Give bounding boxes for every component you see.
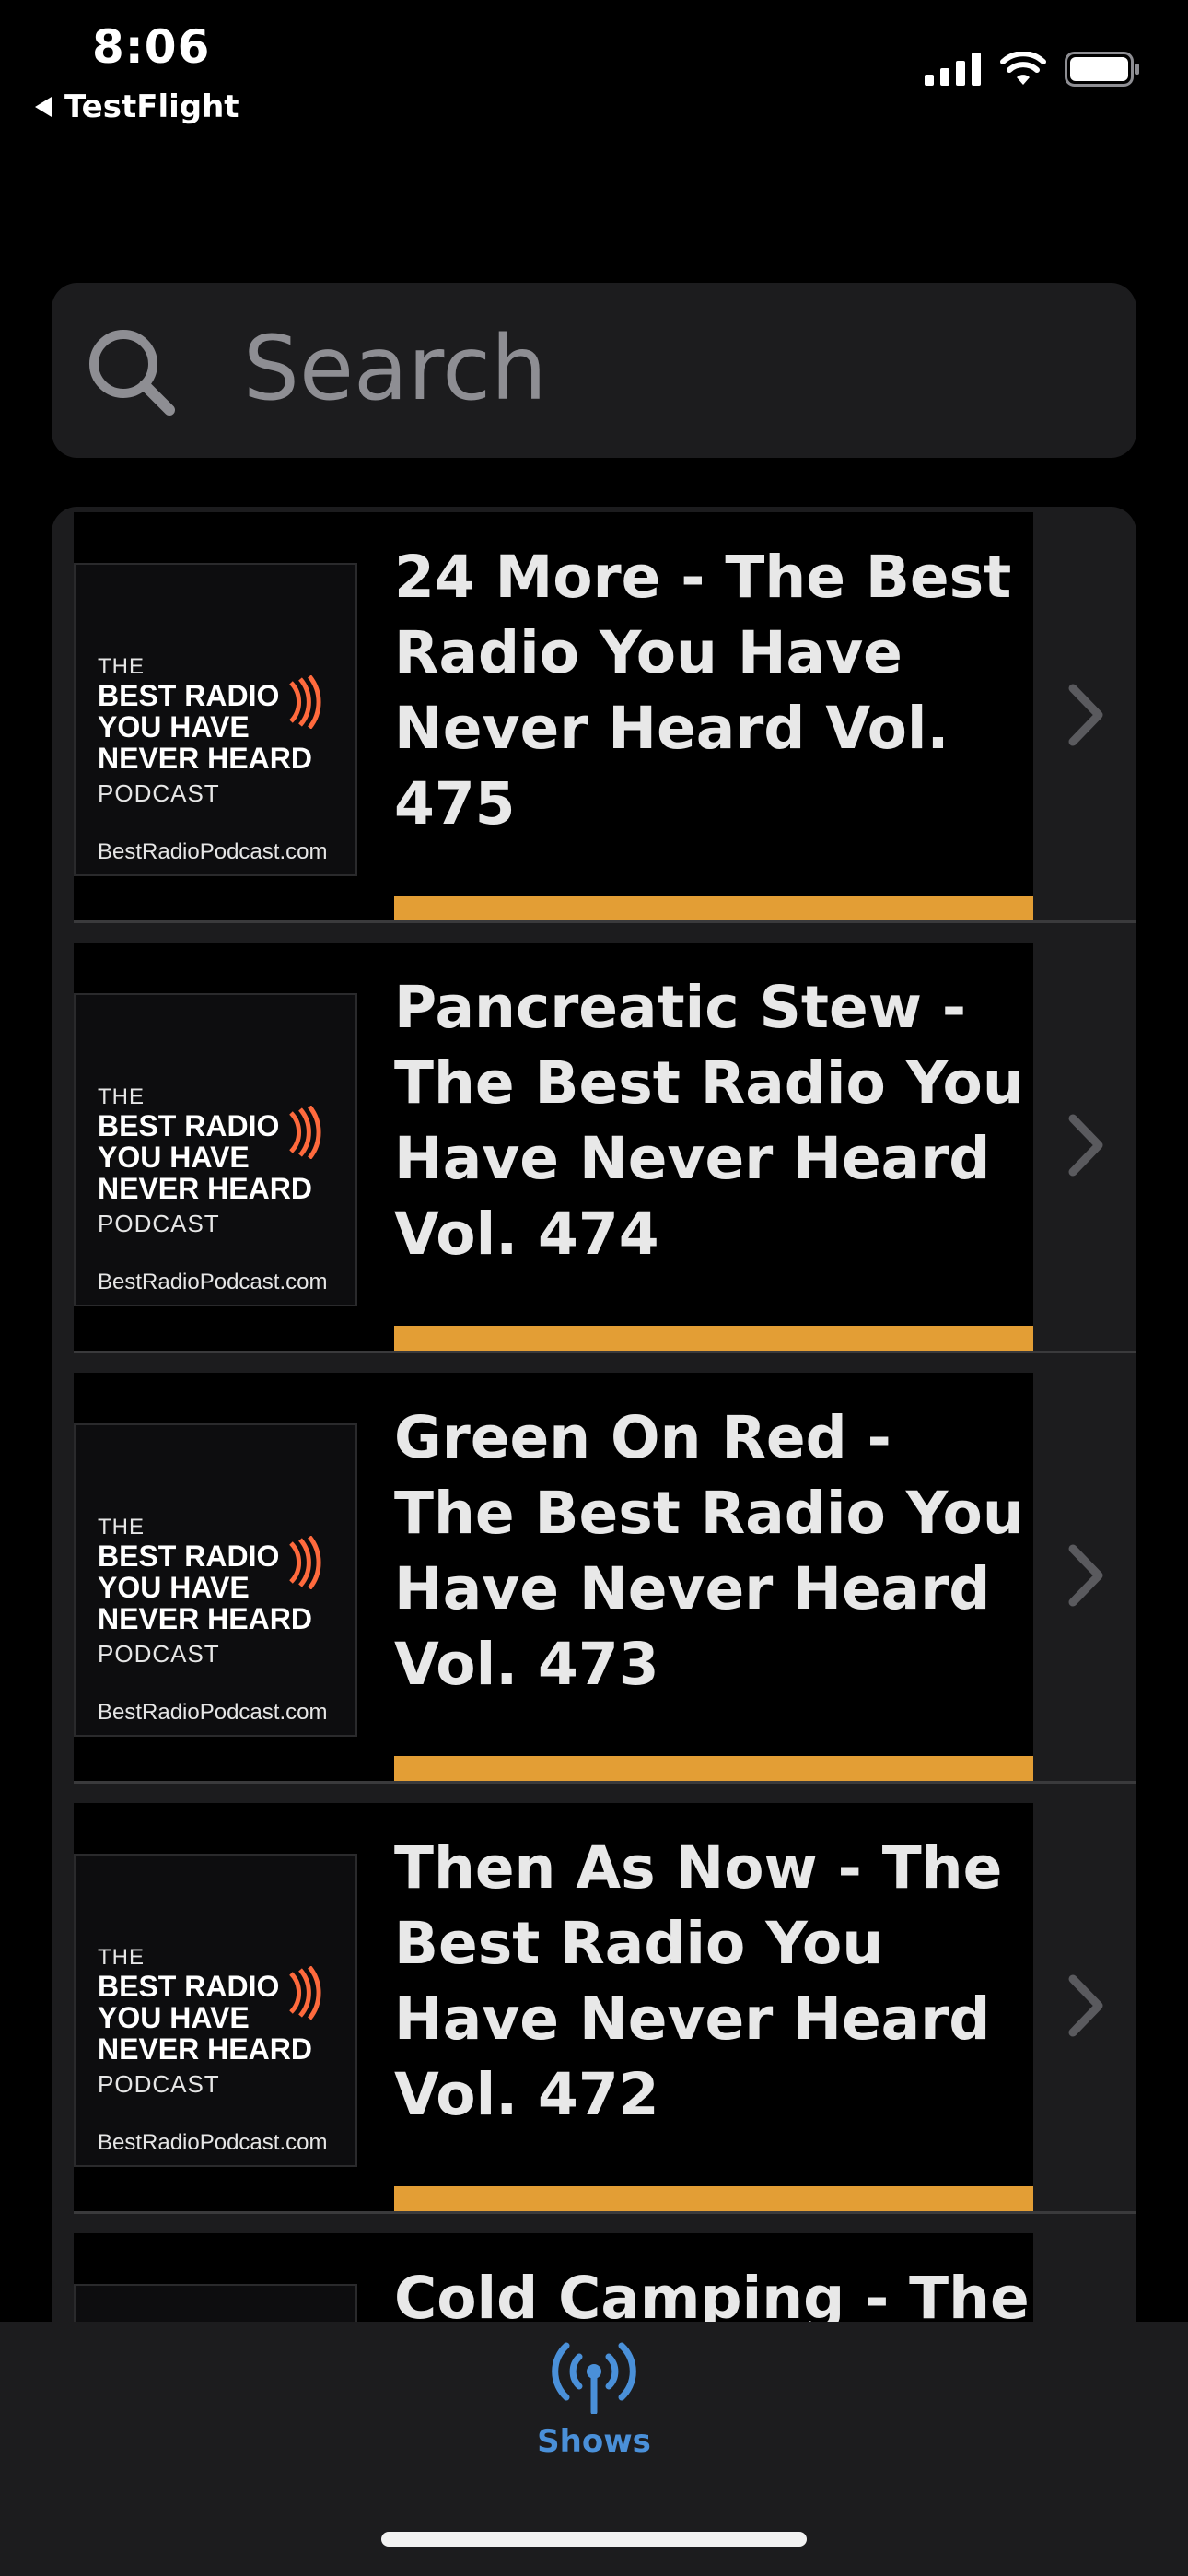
episode-title: 24 More - The Best Radio You Have Never … [394,544,1012,837]
chevron-right-icon [1035,1367,1136,1784]
artwork-line-1: BEST RADIO [98,1540,280,1573]
episode-title: Pancreatic Stew - The Best Radio You Hav… [394,974,1024,1268]
status-bar: 8:06 TestFlight [0,0,1188,138]
chevron-right-icon [1035,507,1136,923]
search-icon [89,330,175,416]
artwork-line-2: YOU HAVE [98,1141,250,1174]
episode-title: Then As Now - The Best Radio You Have Ne… [394,1834,1003,2128]
search-input[interactable] [243,318,1109,419]
podcast-artwork: THE BEST RADIO YOU HAVE NEVER HEARD PODC… [74,563,357,876]
home-indicator[interactable] [381,2532,807,2547]
antenna-icon [552,2342,636,2414]
artwork-the: THE [98,1515,145,1540]
wifi-icon [1000,52,1046,85]
back-arrow-icon [35,97,52,117]
row-divider [74,1781,1136,1784]
episode-list: THE BEST RADIO YOU HAVE NEVER HEARD PODC… [52,507,1136,2349]
artwork-the: THE [98,654,145,679]
tab-bar: Shows [0,2322,1188,2576]
row-divider [74,1351,1136,1353]
episode-card: THE BEST RADIO YOU HAVE NEVER HEARD PODC… [74,512,1033,923]
artwork-line-1: BEST RADIO [98,679,280,712]
episode-title: Green On Red - The Best Radio You Have N… [394,1404,1024,1698]
artwork-podcast: PODCAST [98,779,220,807]
podcast-artwork: THE BEST RADIO YOU HAVE NEVER HEARD PODC… [74,1854,357,2167]
artwork-line-3: NEVER HEARD [98,1172,312,1205]
progress-fill [394,1756,1033,1782]
status-icons [925,52,1140,87]
list-item[interactable]: THE BEST RADIO YOU HAVE NEVER HEARD PODC… [52,1367,1136,1784]
radio-waves-icon [289,1106,321,1159]
progress-bar [394,896,1033,921]
artwork-url: BestRadioPodcast.com [98,1700,328,1725]
radio-waves-icon [289,1536,321,1589]
row-divider [74,2211,1136,2214]
artwork-title: BEST RADIO YOU HAVE NEVER HEARD [98,680,312,774]
progress-bar [394,2186,1033,2212]
artwork-line-2: YOU HAVE [98,1571,250,1604]
artwork-line-1: BEST RADIO [98,1109,280,1142]
episode-card: THE BEST RADIO YOU HAVE NEVER HEARD PODC… [74,1803,1033,2214]
artwork-title: BEST RADIO YOU HAVE NEVER HEARD [98,1971,312,2065]
progress-fill [394,2186,1033,2212]
list-item[interactable]: THE BEST RADIO YOU HAVE NEVER HEARD PODC… [52,507,1136,923]
progress-bar [394,1326,1033,1352]
artwork-podcast: PODCAST [98,2070,220,2098]
artwork-url: BestRadioPodcast.com [98,2130,328,2155]
artwork-podcast: PODCAST [98,1210,220,1237]
artwork-the: THE [98,1945,145,1970]
artwork-title: BEST RADIO YOU HAVE NEVER HEARD [98,1110,312,1204]
list-item[interactable]: THE BEST RADIO YOU HAVE NEVER HEARD PODC… [52,1797,1136,2214]
radio-waves-icon [289,675,321,729]
row-divider [74,920,1136,923]
chevron-right-icon [1035,937,1136,1353]
artwork-title: BEST RADIO YOU HAVE NEVER HEARD [98,1540,312,1634]
artwork-line-3: NEVER HEARD [98,742,312,775]
back-to-testflight-link[interactable]: TestFlight [35,88,239,125]
radio-waves-icon [289,1966,321,2020]
search-bar[interactable] [52,283,1136,458]
back-link-label: TestFlight [64,88,239,125]
chevron-right-icon [1035,1797,1136,2214]
artwork-url: BestRadioPodcast.com [98,839,328,864]
cellular-signal-icon [925,53,981,86]
battery-icon [1065,52,1139,87]
progress-fill [394,1326,1033,1352]
artwork-line-2: YOU HAVE [98,710,250,744]
artwork-url: BestRadioPodcast.com [98,1270,328,1294]
list-item[interactable]: THE BEST RADIO YOU HAVE NEVER HEARD PODC… [52,937,1136,1353]
artwork-line-3: NEVER HEARD [98,1602,312,1635]
artwork-line-2: YOU HAVE [98,2001,250,2034]
episode-card: THE BEST RADIO YOU HAVE NEVER HEARD PODC… [74,943,1033,1353]
tab-shows[interactable]: Shows [525,2340,663,2488]
status-time: 8:06 [92,20,211,74]
tab-shows-label: Shows [537,2423,651,2460]
artwork-podcast: PODCAST [98,1640,220,1668]
artwork-the: THE [98,1084,145,1109]
progress-fill [394,896,1033,921]
episode-card: THE BEST RADIO YOU HAVE NEVER HEARD PODC… [74,1373,1033,1784]
artwork-line-1: BEST RADIO [98,1970,280,2003]
progress-bar [394,1756,1033,1782]
podcast-artwork: THE BEST RADIO YOU HAVE NEVER HEARD PODC… [74,1423,357,1737]
podcast-artwork: THE BEST RADIO YOU HAVE NEVER HEARD PODC… [74,993,357,1306]
artwork-line-3: NEVER HEARD [98,2032,312,2066]
